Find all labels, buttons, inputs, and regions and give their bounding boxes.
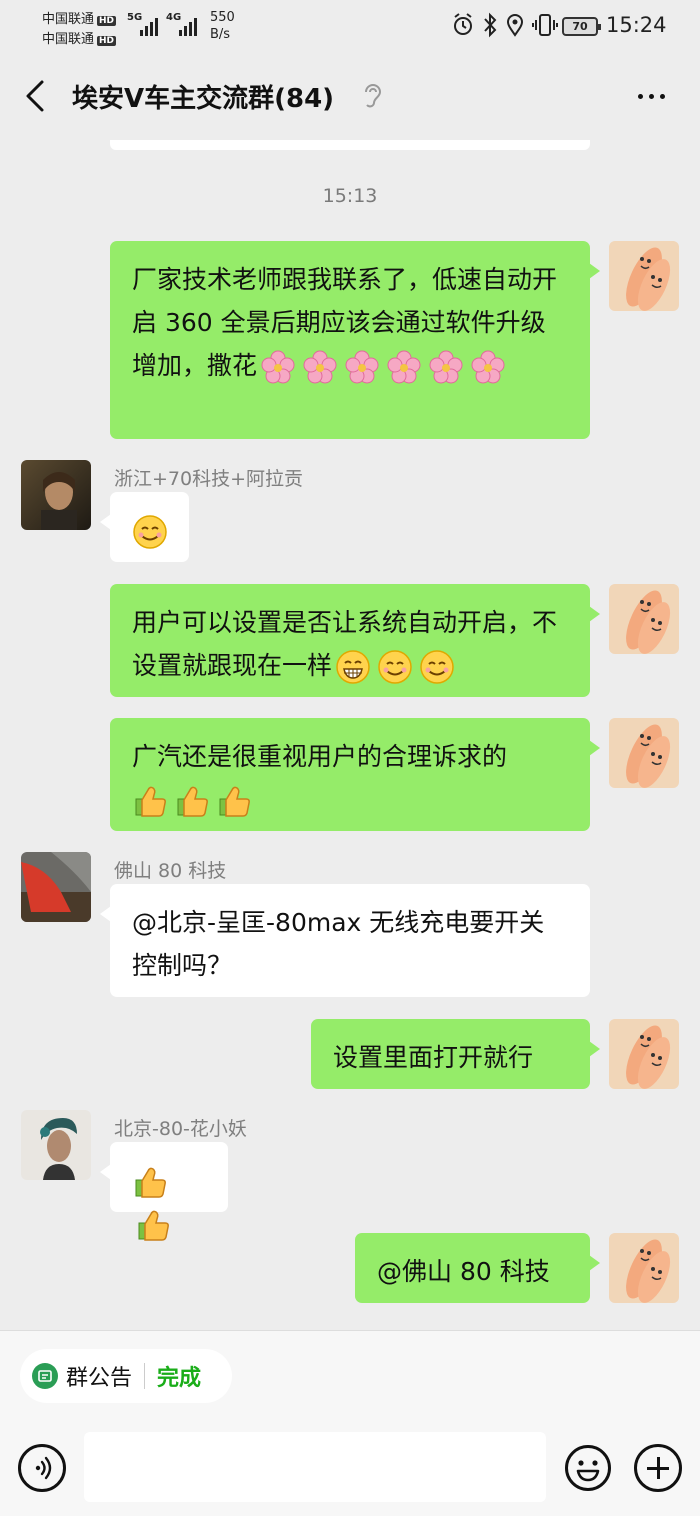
location-icon bbox=[506, 14, 524, 37]
my-avatar[interactable] bbox=[609, 718, 679, 788]
carrier-2: 中国联通 HD bbox=[42, 32, 117, 47]
my-message-bubble[interactable]: 设置里面打开就行 bbox=[311, 1019, 600, 1089]
thumbs-up-icon bbox=[216, 783, 252, 819]
group-notice-pill[interactable]: 群公告 完成 bbox=[20, 1349, 232, 1403]
message-text: 广汽还是很重视用户的合理诉求的 bbox=[132, 742, 508, 771]
smiling-face-icon bbox=[132, 514, 168, 550]
sender-name: 佛山 80 科技 bbox=[114, 860, 227, 882]
my-message-bubble[interactable]: 厂家技术老师跟我联系了，低速自动开启 360 全景后期应该会通过软件升级增加，撒… bbox=[110, 241, 600, 439]
message-text: 设置里面打开就行 bbox=[333, 1043, 534, 1072]
back-button[interactable] bbox=[18, 76, 58, 116]
their-message-bubble[interactable]: @北京-呈匡-80max 无线充电要开关控制吗？ bbox=[100, 884, 590, 997]
message-text: @佛山 80 科技 bbox=[377, 1257, 550, 1286]
my-avatar[interactable] bbox=[609, 1019, 679, 1089]
my-avatar[interactable] bbox=[609, 1233, 679, 1303]
thumbs-up-icon bbox=[174, 783, 210, 819]
voice-icon bbox=[35, 1456, 52, 1480]
sender-avatar[interactable] bbox=[21, 852, 91, 922]
network-speed: 550 B/s bbox=[210, 10, 235, 42]
signal-icon bbox=[140, 14, 158, 36]
notice-icon bbox=[32, 1363, 58, 1389]
chat-title: 埃安V车主交流群(84) bbox=[72, 84, 335, 114]
divider bbox=[144, 1363, 146, 1389]
more-options-button[interactable] bbox=[628, 82, 674, 110]
cherry-blossom-icon bbox=[470, 349, 506, 385]
sender-name: 浙江+70科技+阿拉贡 bbox=[114, 468, 304, 490]
more-functions-button[interactable] bbox=[634, 1444, 682, 1492]
my-message-bubble[interactable]: 用户可以设置是否让系统自动开启，不设置就跟现在一样 bbox=[110, 584, 600, 697]
group-notice-label: 群公告 bbox=[66, 1366, 133, 1391]
chat-header: 埃安V车主交流群(84) bbox=[0, 52, 700, 140]
input-bar bbox=[0, 1420, 700, 1516]
back-arrow-icon bbox=[26, 80, 44, 112]
status-clock: 15:24 bbox=[606, 13, 667, 37]
their-message-bubble[interactable] bbox=[100, 1142, 228, 1241]
vibrate-icon bbox=[532, 14, 558, 36]
cherry-blossom-icon bbox=[428, 349, 464, 385]
thumbs-up-icon bbox=[135, 1207, 171, 1243]
message-input[interactable] bbox=[84, 1432, 546, 1502]
message-timestamp: 15:13 bbox=[322, 185, 378, 207]
bluetooth-icon bbox=[484, 12, 497, 38]
message-list[interactable]: 15:13 厂家技术老师跟我联系了，低速自动开启 360 全景后期应该会通过软件… bbox=[0, 140, 700, 1330]
grinning-face-icon bbox=[335, 649, 371, 685]
sender-name: 北京-80-花小妖 bbox=[114, 1118, 247, 1140]
cherry-blossom-icon bbox=[344, 349, 380, 385]
status-icons bbox=[452, 12, 558, 38]
my-message-bubble[interactable]: @佛山 80 科技 bbox=[355, 1233, 600, 1303]
cherry-blossom-icon bbox=[302, 349, 338, 385]
my-message-bubble[interactable]: 广汽还是很重视用户的合理诉求的 bbox=[110, 718, 600, 831]
done-button[interactable]: 完成 bbox=[157, 1360, 201, 1392]
previous-message-bubble bbox=[110, 140, 590, 150]
emoji-face-icon bbox=[565, 1445, 611, 1491]
cherry-blossom-icon bbox=[386, 349, 422, 385]
cherry-blossom-icon bbox=[260, 349, 296, 385]
battery-icon: 70 bbox=[562, 17, 601, 36]
group-notice-bar: 群公告 完成 bbox=[0, 1330, 700, 1420]
their-message-bubble[interactable] bbox=[100, 492, 189, 562]
emoji-button[interactable] bbox=[564, 1444, 612, 1492]
signal-icon bbox=[179, 14, 197, 36]
earpiece-mode-icon bbox=[365, 84, 382, 108]
voice-input-button[interactable] bbox=[18, 1444, 66, 1492]
alarm-icon bbox=[454, 13, 472, 35]
my-avatar[interactable] bbox=[609, 584, 679, 654]
carrier-1: 中国联通 HD bbox=[42, 12, 117, 27]
smiling-face-icon bbox=[377, 649, 413, 685]
sender-avatar[interactable] bbox=[21, 1110, 91, 1180]
sender-avatar[interactable] bbox=[21, 460, 91, 530]
message-text: @北京-呈匡-80max 无线充电要开关控制吗？ bbox=[132, 908, 545, 980]
thumbs-up-icon bbox=[132, 1164, 168, 1200]
status-bar: 中国联通 HD 中国联通 HD 5G 4G 550 B/s 70 15:24 bbox=[0, 0, 700, 52]
thumbs-up-icon bbox=[132, 783, 168, 819]
my-avatar[interactable] bbox=[609, 241, 679, 311]
smiling-face-icon bbox=[419, 649, 455, 685]
